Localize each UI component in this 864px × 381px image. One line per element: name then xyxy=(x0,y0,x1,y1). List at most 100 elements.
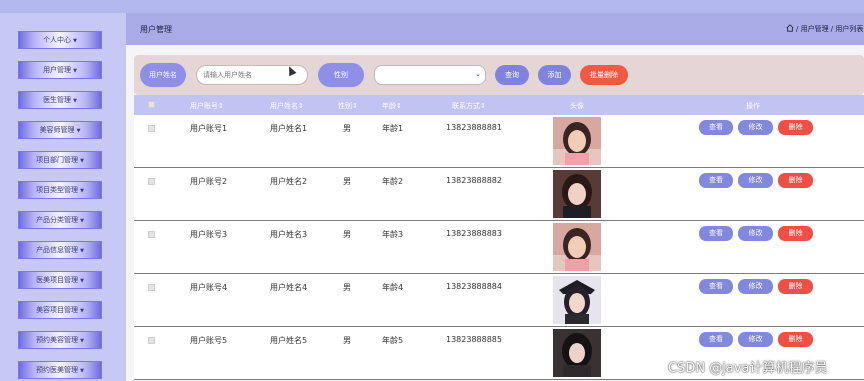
gender-select[interactable]: ⌄ xyxy=(374,65,486,85)
cell-phone: 13823888882 xyxy=(446,176,502,185)
name-filter-label: 用户姓名 xyxy=(140,63,186,87)
delete-button[interactable]: 删除 xyxy=(778,226,813,241)
row-checkbox[interactable] xyxy=(148,284,155,291)
watermark: CSDN @java计算机程序员 xyxy=(668,361,828,376)
sidebar: 个人中心 ▼ 用户管理 ▼ 医生管理 ▼ 美容师管理 ▼ 项目部门管理 ▼ 项目类型管理 ▼… xyxy=(0,13,126,381)
sort-icon: ⇕ xyxy=(396,102,402,110)
cell-account: 用户账号5 xyxy=(190,336,228,345)
edit-button[interactable]: 修改 xyxy=(738,332,773,347)
sidebar-item-label: 个人中心 xyxy=(43,36,72,44)
sort-icon: ⇕ xyxy=(218,102,224,110)
column-header-name[interactable]: 用户姓名⇕ xyxy=(270,101,304,111)
batch-delete-button[interactable]: 批量删除 xyxy=(580,65,628,85)
cell-gender: 男 xyxy=(343,336,351,345)
chevron-down-icon: ▼ xyxy=(80,218,84,224)
cell-age: 年龄5 xyxy=(382,336,404,345)
sidebar-item-beauty-appointments[interactable]: 预约美容管理 ▼ xyxy=(18,331,102,349)
page-title: 用户管理 xyxy=(140,25,172,34)
row-checkbox[interactable] xyxy=(148,178,155,185)
delete-button[interactable]: 删除 xyxy=(778,173,813,188)
sidebar-item-label: 产品分类管理 xyxy=(36,216,79,224)
chevron-down-icon: ▼ xyxy=(80,248,84,254)
delete-button[interactable]: 删除 xyxy=(778,332,813,347)
cell-age: 年龄2 xyxy=(382,177,404,186)
edit-button[interactable]: 修改 xyxy=(738,120,773,135)
top-bar xyxy=(0,0,864,13)
sidebar-item-label: 预约医美管理 xyxy=(36,366,79,374)
cell-gender: 男 xyxy=(343,230,351,239)
cell-gender: 男 xyxy=(343,177,351,186)
cell-phone: 13823888881 xyxy=(446,123,502,132)
sidebar-item-beauty-projects[interactable]: 美容项目管理 ▼ xyxy=(18,301,102,319)
avatar xyxy=(553,329,601,377)
column-header-account[interactable]: 用户账号⇕ xyxy=(190,101,224,111)
chevron-down-icon: ▼ xyxy=(80,188,84,194)
sidebar-item-users[interactable]: 用户管理 ▼ xyxy=(18,61,102,79)
home-icon[interactable] xyxy=(786,24,794,32)
chevron-down-icon: ▼ xyxy=(80,338,84,344)
chevron-down-icon: ▼ xyxy=(80,308,84,314)
cell-phone: 13823888883 xyxy=(446,229,502,238)
add-button[interactable]: 添加 xyxy=(538,65,571,85)
sidebar-item-label: 项目部门管理 xyxy=(36,156,79,164)
cell-name: 用户姓名4 xyxy=(270,283,308,292)
column-header-actions: 操作 xyxy=(746,102,760,110)
avatar xyxy=(553,276,601,324)
sidebar-item-product-info[interactable]: 产品信息管理 ▼ xyxy=(18,241,102,259)
cell-name: 用户姓名5 xyxy=(270,336,308,345)
sidebar-item-doctors[interactable]: 医生管理 ▼ xyxy=(18,91,102,109)
column-header-contact[interactable]: 联系方式⇕ xyxy=(452,101,486,111)
edit-button[interactable]: 修改 xyxy=(738,173,773,188)
sidebar-item-label: 预约美容管理 xyxy=(36,336,79,344)
chevron-down-icon: ▼ xyxy=(73,68,77,74)
cell-age: 年龄1 xyxy=(382,124,404,133)
row-checkbox[interactable] xyxy=(148,231,155,238)
cell-account: 用户账号3 xyxy=(190,230,228,239)
cell-name: 用户姓名2 xyxy=(270,177,308,186)
sidebar-item-label: 医生管理 xyxy=(43,96,72,104)
search-bar: 用户姓名 请输入用户姓名 性别 ⌄ 查询 添加 批量删除 xyxy=(134,55,864,95)
column-header-gender[interactable]: 性别⇕ xyxy=(338,101,358,111)
row-checkbox[interactable] xyxy=(148,337,155,344)
sort-icon: ⇕ xyxy=(352,102,358,110)
cell-name: 用户姓名1 xyxy=(270,124,308,133)
select-all-checkbox[interactable] xyxy=(148,101,155,108)
view-button[interactable]: 查看 xyxy=(699,332,733,347)
edit-button[interactable]: 修改 xyxy=(738,279,773,294)
delete-button[interactable]: 删除 xyxy=(778,279,813,294)
row-checkbox[interactable] xyxy=(148,125,155,132)
chevron-down-icon: ▼ xyxy=(73,38,77,44)
gender-filter-label: 性别 xyxy=(318,63,364,87)
query-button[interactable]: 查询 xyxy=(495,65,529,85)
edit-button[interactable]: 修改 xyxy=(738,226,773,241)
chevron-down-icon: ▼ xyxy=(76,128,81,134)
avatar xyxy=(553,170,601,218)
table-header: 用户账号⇕ 用户姓名⇕ 性别⇕ 年龄⇕ 联系方式⇕ 头像 操作 xyxy=(134,95,864,115)
avatar xyxy=(553,223,601,271)
cell-age: 年龄4 xyxy=(382,283,404,292)
delete-button[interactable]: 删除 xyxy=(778,120,813,135)
sidebar-item-medical-appointments[interactable]: 预约医美管理 ▼ xyxy=(18,361,102,379)
sidebar-item-departments[interactable]: 项目部门管理 ▼ xyxy=(18,151,102,169)
column-header-avatar: 头像 xyxy=(570,102,584,110)
cell-phone: 13823888884 xyxy=(446,282,502,291)
chevron-down-icon: ▼ xyxy=(80,368,84,374)
view-button[interactable]: 查看 xyxy=(699,226,733,241)
view-button[interactable]: 查看 xyxy=(699,279,733,294)
chevron-down-icon: ⌄ xyxy=(475,70,481,78)
sidebar-item-medical-projects[interactable]: 医美项目管理 ▼ xyxy=(18,271,102,289)
cell-gender: 男 xyxy=(343,283,351,292)
view-button[interactable]: 查看 xyxy=(699,120,733,135)
sidebar-item-personal-center[interactable]: 个人中心 ▼ xyxy=(18,31,102,49)
sidebar-item-project-types[interactable]: 项目类型管理 ▼ xyxy=(18,181,102,199)
view-button[interactable]: 查看 xyxy=(699,173,733,188)
sidebar-item-product-categories[interactable]: 产品分类管理 ▼ xyxy=(18,211,102,229)
column-header-age[interactable]: 年龄⇕ xyxy=(382,101,402,111)
sidebar-item-beauticians[interactable]: 美容师管理 ▼ xyxy=(18,121,102,139)
chevron-down-icon: ▼ xyxy=(80,158,84,164)
sidebar-item-label: 美容师管理 xyxy=(39,126,75,134)
table-row: 用户账号2 用户姓名2 男 年龄2 13823888882 查看 修改 删除 xyxy=(134,168,864,221)
cell-phone: 13823888885 xyxy=(446,335,502,344)
sidebar-item-label: 用户管理 xyxy=(43,66,72,74)
chevron-down-icon: ▼ xyxy=(80,278,84,284)
